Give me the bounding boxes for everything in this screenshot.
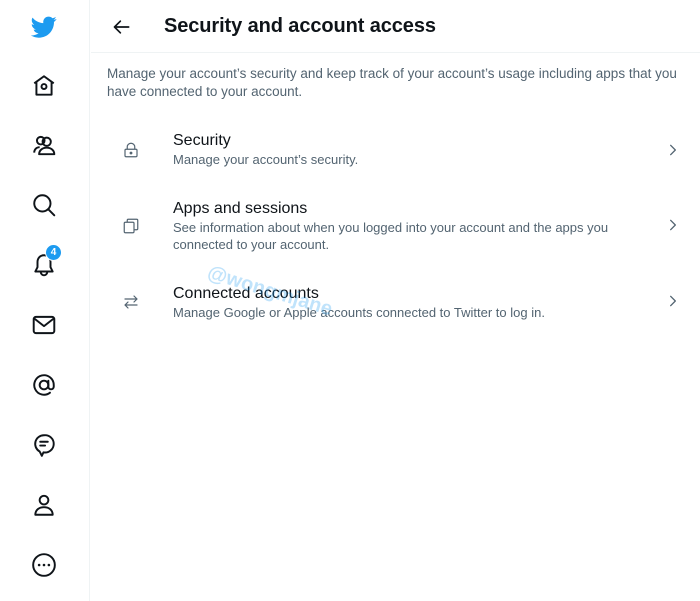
chevron-right-icon: [665, 293, 681, 309]
main-content: Security and account access Manage your …: [91, 0, 700, 601]
notifications-bell-icon[interactable]: 4: [29, 244, 62, 280]
menu-item-security[interactable]: Security Manage your account’s security.: [91, 130, 700, 178]
page-title: Security and account access: [164, 15, 436, 37]
sidebar: 4: [0, 0, 90, 601]
back-button[interactable]: [109, 14, 135, 40]
chevron-right-icon: [665, 217, 681, 233]
chevron-right-icon: [665, 142, 681, 158]
menu-title: Security: [173, 132, 231, 149]
communities-icon[interactable]: [29, 130, 59, 160]
more-ellipsis-icon[interactable]: [29, 550, 59, 580]
copy-icon: [121, 216, 141, 236]
arrow-left-icon: [113, 20, 130, 34]
menu-description: Manage your account’s security.: [173, 152, 359, 167]
mentions-at-icon[interactable]: [29, 370, 59, 400]
lock-icon: [121, 140, 141, 160]
profile-person-icon[interactable]: [29, 490, 59, 520]
search-icon[interactable]: [29, 190, 59, 220]
page-header: Security and account access: [91, 0, 700, 53]
arrows-swap-icon: [121, 292, 141, 312]
notification-badge: 4: [45, 244, 62, 261]
menu-item-connected-accounts[interactable]: Connected accounts Manage Google or Appl…: [91, 283, 700, 327]
intro-text: Manage your account’s security and keep …: [107, 66, 677, 99]
twitter-logo-icon[interactable]: [29, 12, 59, 42]
topics-bubble-icon[interactable]: [29, 430, 59, 460]
menu-title: Connected accounts: [173, 285, 319, 302]
home-icon[interactable]: [29, 71, 59, 101]
messages-envelope-icon[interactable]: [29, 310, 59, 340]
menu-title: Apps and sessions: [173, 200, 308, 217]
menu-description: Manage Google or Apple accounts connecte…: [173, 305, 545, 320]
menu-description: See information about when you logged in…: [173, 220, 609, 252]
menu-item-apps-and-sessions[interactable]: Apps and sessions See information about …: [91, 198, 700, 258]
